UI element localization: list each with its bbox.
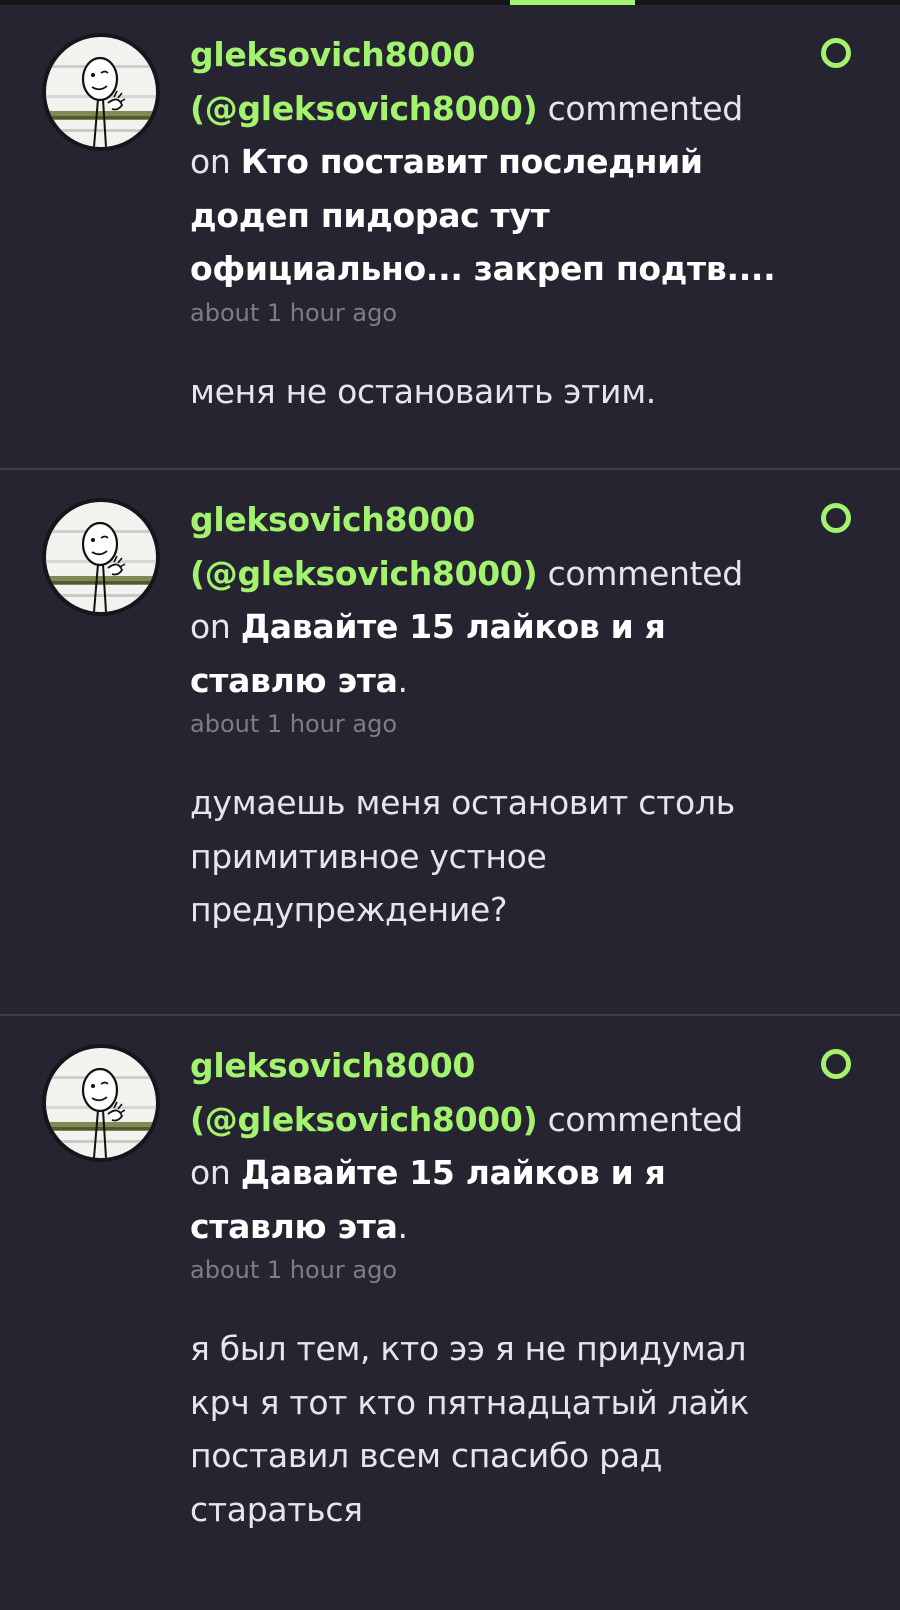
post-title-link[interactable]: Давайте 15 лайков и я ставлю эта: [190, 607, 666, 700]
user-handle[interactable]: (@gleksovich8000): [190, 554, 538, 593]
user-display-name[interactable]: gleksovich8000: [190, 35, 475, 74]
action-text: commented: [547, 88, 744, 128]
trailing-text: .: [397, 1206, 409, 1246]
timestamp: about 1 hour ago: [190, 1256, 397, 1284]
user-handle[interactable]: (@gleksovich8000): [190, 1100, 538, 1139]
stickman-avatar-icon: [46, 37, 156, 147]
on-text: on: [190, 1153, 231, 1192]
stickman-avatar-icon: [46, 502, 156, 612]
notification-item[interactable]: gleksovich8000 (@gleksovich8000) comment…: [0, 470, 900, 1016]
unread-dot-icon[interactable]: [821, 38, 851, 68]
on-text: on: [190, 142, 231, 181]
post-title-link[interactable]: Кто поставит последний додеп пидорас тут…: [190, 142, 776, 288]
avatar[interactable]: [42, 33, 160, 151]
notification-feed: gleksovich8000 (@gleksovich8000) comment…: [0, 5, 900, 1608]
action-text: commented: [547, 1099, 744, 1139]
notification-item[interactable]: gleksovich8000 (@gleksovich8000) comment…: [0, 5, 900, 470]
notification-headline: gleksovich8000 (@gleksovich8000) comment…: [190, 493, 790, 707]
comment-body: я был тем, кто ээ я не придумал крч я то…: [190, 1329, 750, 1529]
user-display-name[interactable]: gleksovich8000: [190, 500, 475, 539]
user-display-name[interactable]: gleksovich8000: [190, 1046, 475, 1085]
stickman-avatar-icon: [46, 1048, 156, 1158]
avatar[interactable]: [42, 498, 160, 616]
avatar[interactable]: [42, 1044, 160, 1162]
post-title-link[interactable]: Давайте 15 лайков и я ставлю эта: [190, 1153, 666, 1246]
notification-item[interactable]: gleksovich8000 (@gleksovich8000) comment…: [0, 1016, 900, 1608]
notification-headline: gleksovich8000 (@gleksovich8000) comment…: [190, 28, 790, 296]
on-text: on: [190, 607, 231, 646]
trailing-text: .: [397, 660, 409, 700]
action-text: commented: [547, 553, 744, 593]
user-handle[interactable]: (@gleksovich8000): [190, 89, 538, 128]
notification-headline: gleksovich8000 (@gleksovich8000) comment…: [190, 1039, 790, 1253]
unread-dot-icon[interactable]: [821, 503, 851, 533]
comment-body: меня не остановаить этим.: [190, 371, 656, 411]
timestamp: about 1 hour ago: [190, 710, 397, 738]
unread-dot-icon[interactable]: [821, 1049, 851, 1079]
comment-body: думаешь меня остановит столь примитивное…: [190, 783, 735, 929]
timestamp: about 1 hour ago: [190, 298, 397, 327]
